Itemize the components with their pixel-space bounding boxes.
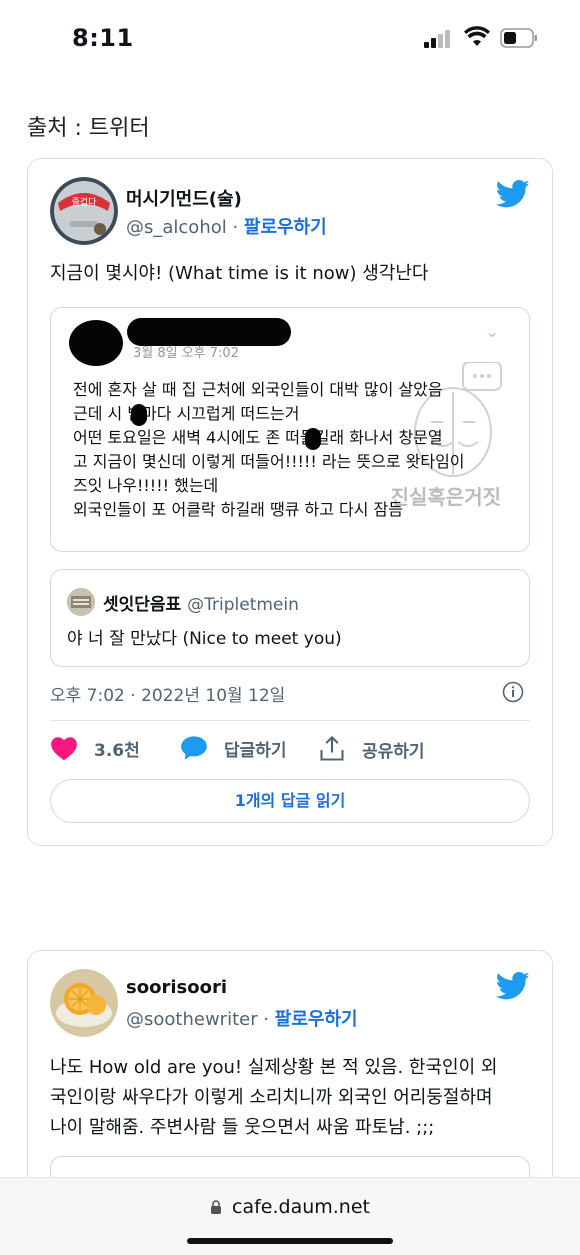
reply-button[interactable]: 답글하기 bbox=[180, 735, 287, 761]
quoted-line: 고 지금이 몇신데 이렇게 떠들어!!!!! 라는 뜻으로 왓타임이 bbox=[73, 452, 465, 471]
avatar bbox=[67, 588, 95, 616]
user-handle-line: @s_alcohol · 팔로우하기 bbox=[126, 213, 327, 239]
speech-bubble-icon bbox=[181, 736, 207, 760]
twitter-logo-icon[interactable] bbox=[496, 179, 530, 209]
quoted-line: 즈잇 나우!!!!! 했는데 bbox=[73, 476, 219, 495]
divider bbox=[50, 720, 530, 721]
reply-label: 답글하기 bbox=[224, 740, 287, 761]
reply-handle: @Tripletmein bbox=[187, 595, 299, 615]
battery-icon bbox=[500, 28, 537, 48]
chevron-down-icon: ⌄ bbox=[485, 322, 499, 341]
status-time: 8:11 bbox=[72, 24, 134, 52]
wifi-icon bbox=[464, 26, 490, 46]
browser-address-bar[interactable]: cafe.daum.net bbox=[0, 1177, 580, 1255]
twitter-logo-icon[interactable] bbox=[496, 971, 530, 1001]
tweet-card: soorisoori @soothewriter · 팔로우하기 나도 How … bbox=[27, 950, 553, 1210]
lock-icon bbox=[211, 1200, 221, 1214]
tweet-actions: 3.6천 답글하기 공유하기 bbox=[50, 735, 530, 767]
user-handle-line: @soothewriter · 팔로우하기 bbox=[126, 1005, 358, 1031]
heart-icon bbox=[51, 737, 77, 761]
cellular-signal-icon bbox=[424, 30, 454, 48]
avatar[interactable]: 즐겁다 bbox=[50, 177, 118, 245]
quoted-line-wrap: 어떤 토요일은 새벽 4시에도 존 떠들길래 화나서 창문열 bbox=[73, 426, 523, 450]
tweet-text: 지금이 몇시야! (What time is it now) 생각난다 bbox=[50, 263, 429, 284]
quoted-tweet-image[interactable]: 3월 8일 오후 7:02 ⌄ 진실혹은거짓 전에 혼자 살 때 집 근처에 외… bbox=[50, 307, 530, 552]
handle[interactable]: @soothewriter bbox=[126, 1009, 258, 1030]
avatar-badge-text: 즐겁다 bbox=[72, 196, 98, 208]
info-icon[interactable] bbox=[502, 681, 524, 703]
url-display[interactable]: cafe.daum.net bbox=[0, 1196, 580, 1218]
share-icon bbox=[320, 735, 344, 761]
avatar[interactable] bbox=[50, 969, 118, 1037]
tweet-text-line: 국인이랑 싸우다가 이렇게 소리치니까 외국인 어리둥절하며 bbox=[50, 1087, 493, 1108]
handle[interactable]: @s_alcohol bbox=[126, 217, 227, 238]
quoted-line: 전에 혼자 살 때 집 근처에 외국인들이 대박 많이 살았음 bbox=[73, 380, 443, 399]
quoted-date: 3월 8일 오후 7:02 bbox=[133, 346, 239, 361]
home-indicator[interactable] bbox=[187, 1238, 393, 1244]
status-bar: 8:11 bbox=[0, 0, 580, 80]
quoted-line: 근데 시 밤마다 시끄럽게 떠드는거 bbox=[73, 404, 300, 423]
like-count: 3.6천 bbox=[94, 740, 140, 761]
share-button[interactable]: 공유하기 bbox=[318, 735, 425, 763]
follow-button[interactable]: 팔로우하기 bbox=[275, 1009, 358, 1030]
tweet-text-line: 나이 말해줌. 주변사람 들 웃으면서 싸움 파토남. ;;; bbox=[50, 1117, 435, 1138]
reply-author: 셋잇단음표 @Tripletmein bbox=[103, 590, 299, 615]
redacted-word bbox=[305, 428, 321, 450]
read-replies-button[interactable]: 1개의 답글 읽기 bbox=[50, 779, 530, 823]
source-label: 출처 : 트위터 bbox=[27, 116, 150, 141]
separator: · bbox=[257, 1009, 275, 1030]
tweet-text: 나도 How old are you! 실제상황 본 적 있음. 한국인이 외 … bbox=[50, 1053, 497, 1143]
display-name[interactable]: 머시기먼드(술) bbox=[126, 185, 242, 211]
quoted-line: 외국인들이 포 어클락 하길래 땡큐 하고 다시 잠듬 bbox=[73, 500, 404, 519]
quoted-line-wrap: 근데 시 밤마다 시끄럽게 떠드는거 bbox=[73, 402, 523, 426]
like-button[interactable]: 3.6천 bbox=[50, 735, 140, 761]
separator: · bbox=[226, 217, 244, 238]
reply-display-name: 셋잇단음표 bbox=[103, 595, 182, 615]
redacted-avatar bbox=[69, 320, 123, 366]
quoted-body: 전에 혼자 살 때 집 근처에 외국인들이 대박 많이 살았음 근데 시 밤마다… bbox=[73, 378, 523, 522]
display-name[interactable]: soorisoori bbox=[126, 977, 227, 998]
tweet-timestamp[interactable]: 오후 7:02 · 2022년 10월 12일 bbox=[50, 681, 285, 706]
reply-text: 야 너 잘 만났다 (Nice to meet you) bbox=[67, 629, 342, 649]
quoted-line: 어떤 토요일은 새벽 4시에도 존 떠들길래 화나서 창문열 bbox=[73, 428, 443, 447]
quoted-reply[interactable]: 셋잇단음표 @Tripletmein 야 너 잘 만났다 (Nice to me… bbox=[50, 569, 530, 667]
share-label: 공유하기 bbox=[362, 741, 425, 762]
follow-button[interactable]: 팔로우하기 bbox=[244, 217, 327, 238]
tweet-card: 즐겁다 머시기먼드(술) @s_alcohol · 팔로우하기 지금이 몇시야!… bbox=[27, 158, 553, 846]
redacted-word bbox=[131, 404, 147, 426]
url-text: cafe.daum.net bbox=[232, 1196, 370, 1218]
tweet-text-line: 나도 How old are you! 실제상황 본 적 있음. 한국인이 외 bbox=[50, 1057, 498, 1078]
